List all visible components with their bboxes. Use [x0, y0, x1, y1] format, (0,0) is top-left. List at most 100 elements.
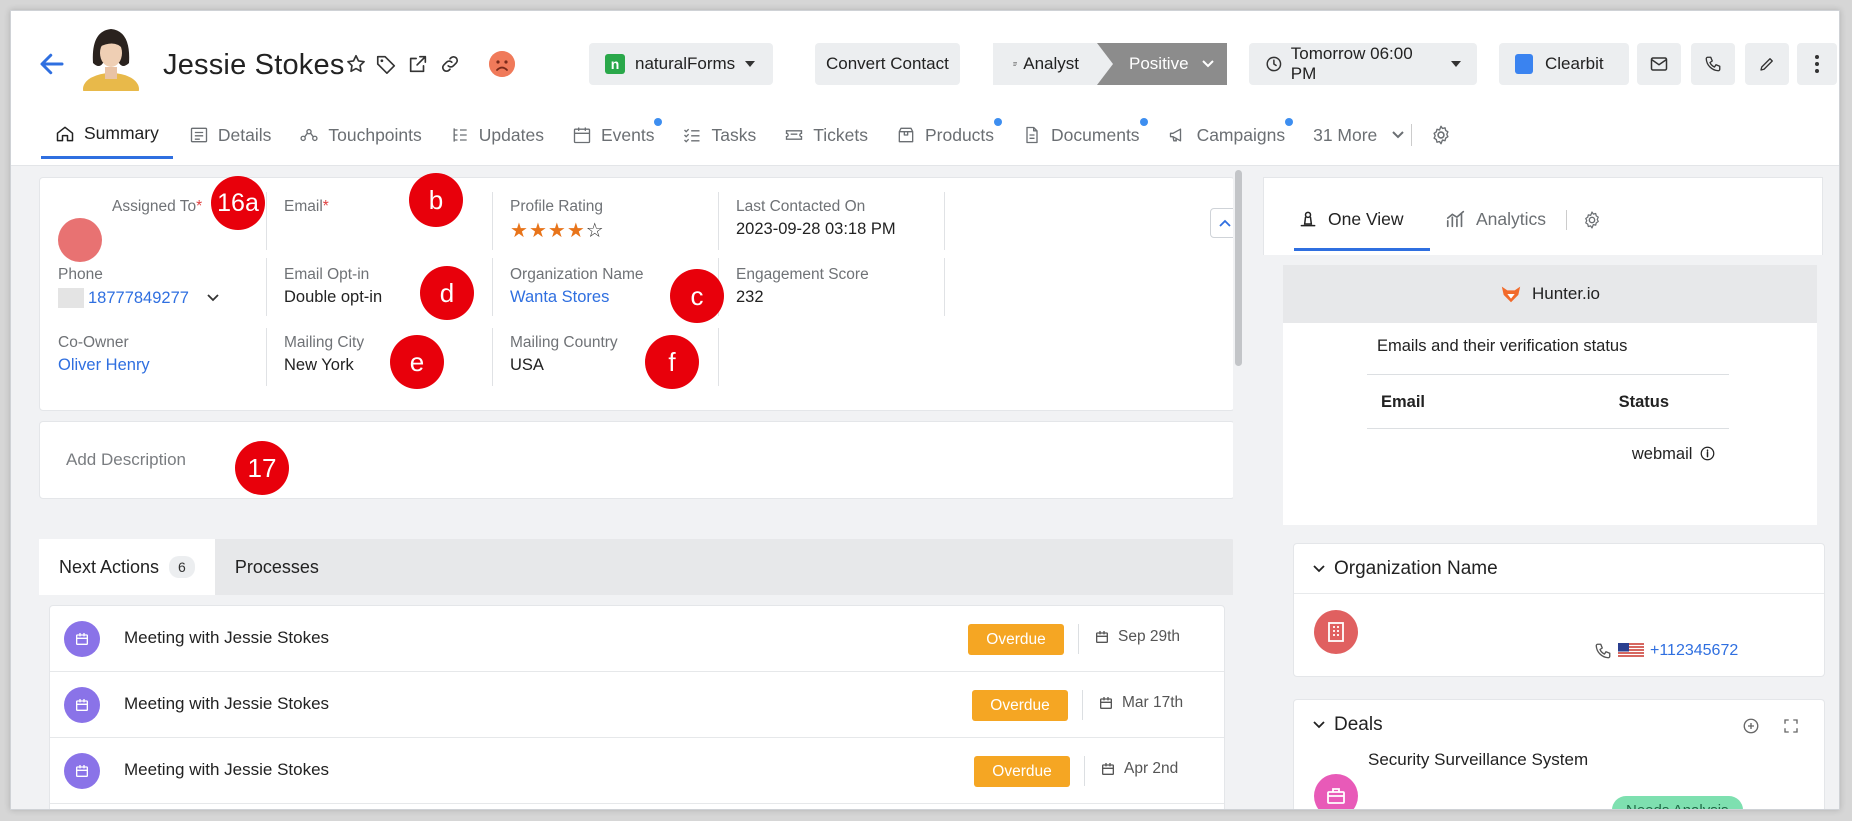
add-circle-icon[interactable] [1742, 717, 1760, 735]
tab-more[interactable]: 31 More [1313, 111, 1405, 159]
us-flag-icon [1618, 643, 1644, 659]
notification-dot [994, 118, 1003, 126]
action-title[interactable]: Meeting with Jessie Stokes [124, 694, 329, 714]
contact-header: Jessie Stokes n naturalForms Convert Con… [11, 11, 1839, 103]
info-icon[interactable] [1700, 446, 1715, 461]
list-item[interactable]: Meeting with Jessie Stokes Overdue Apr 2… [50, 738, 1224, 804]
callout-badge-c: c [670, 269, 724, 323]
deals-card-header[interactable]: Deals [1294, 700, 1824, 750]
caret-down-icon [1451, 61, 1461, 67]
tab-tasks[interactable]: Tasks [682, 111, 756, 159]
field-email-optin[interactable]: Email Opt-in Double opt-in [284, 266, 510, 307]
clock-icon [1266, 56, 1282, 72]
tab-processes[interactable]: Processes [215, 539, 339, 595]
date-divider [1082, 690, 1083, 720]
convert-contact-button[interactable]: Convert Contact [815, 43, 960, 85]
chevron-down-icon[interactable] [207, 294, 219, 302]
star-filled-icon[interactable]: ★ [548, 220, 567, 242]
action-date: Apr 2nd [1100, 760, 1178, 778]
tab-tickets[interactable]: Tickets [784, 111, 868, 159]
action-title[interactable]: Meeting with Jessie Stokes [124, 628, 329, 648]
tab-details[interactable]: Details [189, 111, 271, 159]
notification-dot [654, 118, 663, 126]
field-phone[interactable]: Phone 18777849277 [58, 266, 284, 308]
assignee-avatar[interactable] [58, 218, 102, 262]
tab-touchpoints[interactable]: Touchpoints [299, 111, 422, 159]
callout-badge-16a: 16a [211, 176, 265, 230]
tab-updates[interactable]: Updates [450, 111, 544, 159]
star-icon[interactable] [345, 53, 367, 75]
stage-selector[interactable]: Analyst Positive [993, 43, 1227, 85]
vertical-dots-icon [1815, 55, 1819, 73]
table-row: webmail [1367, 429, 1729, 480]
tasks-icon [684, 128, 700, 143]
email-action-button[interactable] [1637, 43, 1681, 85]
field-co-owner[interactable]: Co-Owner Oliver Henry [58, 334, 284, 375]
description-card[interactable]: Add Description [39, 421, 1235, 499]
tag-icon[interactable] [375, 53, 397, 75]
tab-documents[interactable]: Documents [1022, 111, 1148, 159]
field-profile-rating[interactable]: Profile Rating ★★★★☆ [510, 198, 736, 243]
gear-icon[interactable] [1430, 124, 1452, 146]
field-email[interactable]: Email* [284, 198, 510, 216]
hunter-table: Emails and their verification status Ema… [1367, 337, 1729, 480]
deal-stage-badge: Needs Analysis [1612, 796, 1743, 809]
tab-summary[interactable]: Summary [41, 111, 173, 159]
natural-forms-button[interactable]: n naturalForms [589, 43, 774, 85]
action-title[interactable]: Meeting with Jessie Stokes [124, 760, 329, 780]
deal-name[interactable]: Security Surveillance System [1368, 750, 1588, 770]
left-scrollbar[interactable] [1233, 166, 1245, 809]
add-description-placeholder[interactable]: Add Description [66, 450, 186, 470]
reminder-button[interactable]: Tomorrow 06:00 PM [1249, 43, 1477, 85]
date-divider [1084, 756, 1085, 786]
organization-phone[interactable]: +112345672 [1594, 642, 1738, 660]
field-divider [492, 258, 493, 316]
external-link-icon[interactable] [407, 53, 429, 75]
building-icon [1314, 610, 1358, 654]
tab-divider [1566, 210, 1567, 230]
rating-stars[interactable]: ★★★★☆ [510, 218, 736, 243]
date-divider [1078, 624, 1079, 654]
field-last-contacted[interactable]: Last Contacted On 2023-09-28 03:18 PM [736, 198, 962, 239]
calendar-icon [1096, 631, 1108, 643]
star-filled-icon[interactable]: ★ [510, 220, 529, 242]
field-divider [944, 192, 945, 250]
sad-face-icon[interactable] [489, 51, 515, 77]
menu-lines-icon [1013, 62, 1017, 66]
list-item[interactable]: Meeting with Jessie Stokes Overdue Mar 1… [50, 672, 1224, 738]
network-icon [300, 128, 318, 142]
scrollbar-thumb[interactable] [1235, 170, 1242, 366]
chevron-down-icon[interactable] [1312, 718, 1326, 732]
tab-products[interactable]: Products [896, 111, 1003, 159]
list-item[interactable]: Meeting with Jessie Stokes Overdue Sep 2… [50, 606, 1224, 672]
country-flag-placeholder [58, 288, 84, 308]
field-divider [492, 328, 493, 386]
calendar-icon [64, 621, 100, 657]
star-filled-icon[interactable]: ★ [529, 220, 548, 242]
chevron-down-icon[interactable] [1312, 562, 1326, 576]
tab-events[interactable]: Events [572, 111, 663, 159]
home-icon [56, 126, 74, 141]
contact-avatar[interactable] [79, 23, 143, 91]
tab-analytics[interactable]: Analytics [1444, 208, 1546, 230]
more-options-button[interactable] [1797, 43, 1837, 85]
callout-badge-17: 17 [235, 441, 289, 495]
tab-next-actions[interactable]: Next Actions 6 [39, 539, 215, 595]
tab-one-view[interactable]: One View [1298, 208, 1404, 230]
field-engagement-score[interactable]: Engagement Score 232 [736, 266, 962, 307]
field-mailing-country[interactable]: Mailing Country USA [510, 334, 736, 375]
link-icon[interactable] [439, 53, 461, 75]
star-empty-icon[interactable]: ☆ [586, 220, 605, 242]
gear-icon[interactable] [1582, 210, 1602, 230]
stage-previous[interactable]: Analyst [993, 43, 1097, 85]
edit-button[interactable] [1745, 43, 1789, 85]
tab-campaigns[interactable]: Campaigns [1168, 111, 1294, 159]
ticket-icon [786, 130, 803, 140]
call-action-button[interactable] [1691, 43, 1735, 85]
organization-card-header[interactable]: Organization Name [1294, 544, 1824, 594]
expand-icon[interactable] [1782, 717, 1800, 735]
star-filled-icon[interactable]: ★ [567, 220, 586, 242]
clearbit-button[interactable]: Clearbit [1499, 43, 1629, 85]
back-arrow-icon[interactable] [37, 49, 67, 79]
stage-current[interactable]: Positive [1097, 43, 1227, 85]
